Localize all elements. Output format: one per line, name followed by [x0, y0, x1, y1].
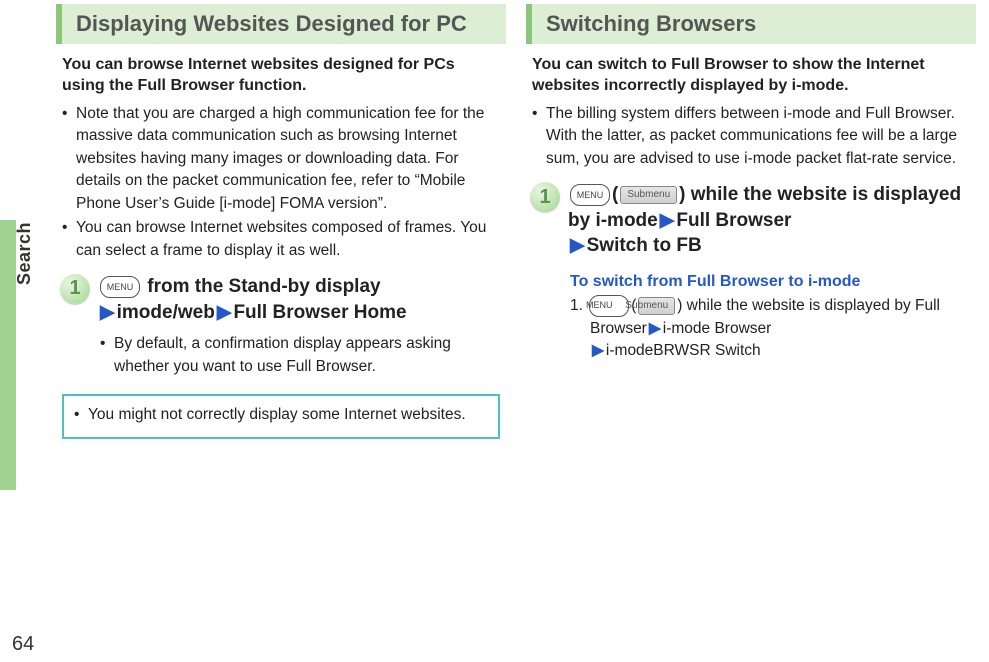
sub-heading: To switch from Full Browser to i-mode	[570, 273, 970, 291]
right-step: 1 MENU(Submenu) while the website is dis…	[530, 182, 972, 259]
left-bullet: • Note that you are charged a high commu…	[62, 103, 500, 215]
arrow-icon: ▶	[649, 320, 661, 337]
menu-icon: MENU	[100, 276, 140, 298]
step-number-icon: 1	[530, 182, 560, 212]
bullet-dot: •	[62, 103, 76, 215]
sub-step-line1: 1. MENU(Submenu) while the website is di…	[570, 295, 970, 340]
info-bullet: • You might not correctly display some I…	[74, 404, 488, 426]
right-column: Switching Browsers You can switch to Ful…	[526, 4, 976, 439]
sub-step: 1. MENU(Submenu) while the website is di…	[570, 295, 970, 363]
section-header-right: Switching Browsers	[526, 4, 976, 44]
info-box: • You might not correctly display some I…	[62, 394, 500, 438]
info-text: You might not correctly display some Int…	[88, 404, 466, 426]
sub-step-line2: ▶i-modeBRWSR Switch	[570, 340, 970, 362]
sub-step-text-c: i-modeBRWSR Switch	[606, 342, 761, 359]
left-bullets: • Note that you are charged a high commu…	[62, 103, 500, 262]
section-header-left: Displaying Websites Designed for PC	[56, 4, 506, 44]
bullet-text: Note that you are charged a high communi…	[76, 103, 500, 215]
sidebar-label: Search	[14, 222, 35, 285]
step-text-b: Full Browser	[676, 210, 791, 231]
content-columns: Displaying Websites Designed for PC You …	[56, 4, 976, 439]
bullet-text: The billing system differs between i-mod…	[546, 103, 970, 170]
sub-step-text-b: i-mode Browser	[663, 320, 772, 337]
subbullet-text: By default, a confirmation display appea…	[114, 333, 500, 378]
step-body: MENU from the Stand-by display ▶imode/we…	[98, 274, 502, 325]
step-text-b: imode/web	[117, 302, 215, 323]
arrow-icon: ▶	[570, 235, 585, 256]
menu-icon: MENU	[589, 295, 629, 317]
left-column: Displaying Websites Designed for PC You …	[56, 4, 506, 439]
bullet-dot: •	[100, 333, 114, 378]
step-number-icon: 1	[60, 274, 90, 304]
page-number: 64	[12, 633, 34, 656]
left-step-subbullet: • By default, a confirmation display app…	[100, 333, 500, 378]
left-intro: You can browse Internet websites designe…	[62, 54, 500, 97]
sub-step-prefix: 1.	[570, 297, 587, 314]
arrow-icon: ▶	[660, 210, 675, 231]
bullet-dot: •	[62, 217, 76, 262]
step-text-c: Switch to FB	[587, 235, 702, 256]
submenu-icon: Submenu	[638, 297, 675, 315]
step-body: MENU(Submenu) while the website is displ…	[568, 182, 972, 259]
step-text-a: from the Stand-by display	[142, 276, 381, 297]
bullet-text: You can browse Internet websites compose…	[76, 217, 500, 262]
arrow-icon: ▶	[592, 342, 604, 359]
submenu-icon: Submenu	[620, 186, 677, 204]
right-bullets: • The billing system differs between i-m…	[532, 103, 970, 170]
bullet-dot: •	[532, 103, 546, 170]
arrow-icon: ▶	[217, 302, 232, 323]
bullet-dot: •	[74, 404, 88, 426]
left-step: 1 MENU from the Stand-by display ▶imode/…	[60, 274, 502, 325]
arrow-icon: ▶	[100, 302, 115, 323]
step-text-c: Full Browser Home	[233, 302, 406, 323]
left-bullet: • You can browse Internet websites compo…	[62, 217, 500, 262]
right-bullet: • The billing system differs between i-m…	[532, 103, 970, 170]
menu-icon: MENU	[570, 184, 610, 206]
sidebar: Search 64	[0, 0, 40, 662]
right-intro: You can switch to Full Browser to show t…	[532, 54, 970, 97]
